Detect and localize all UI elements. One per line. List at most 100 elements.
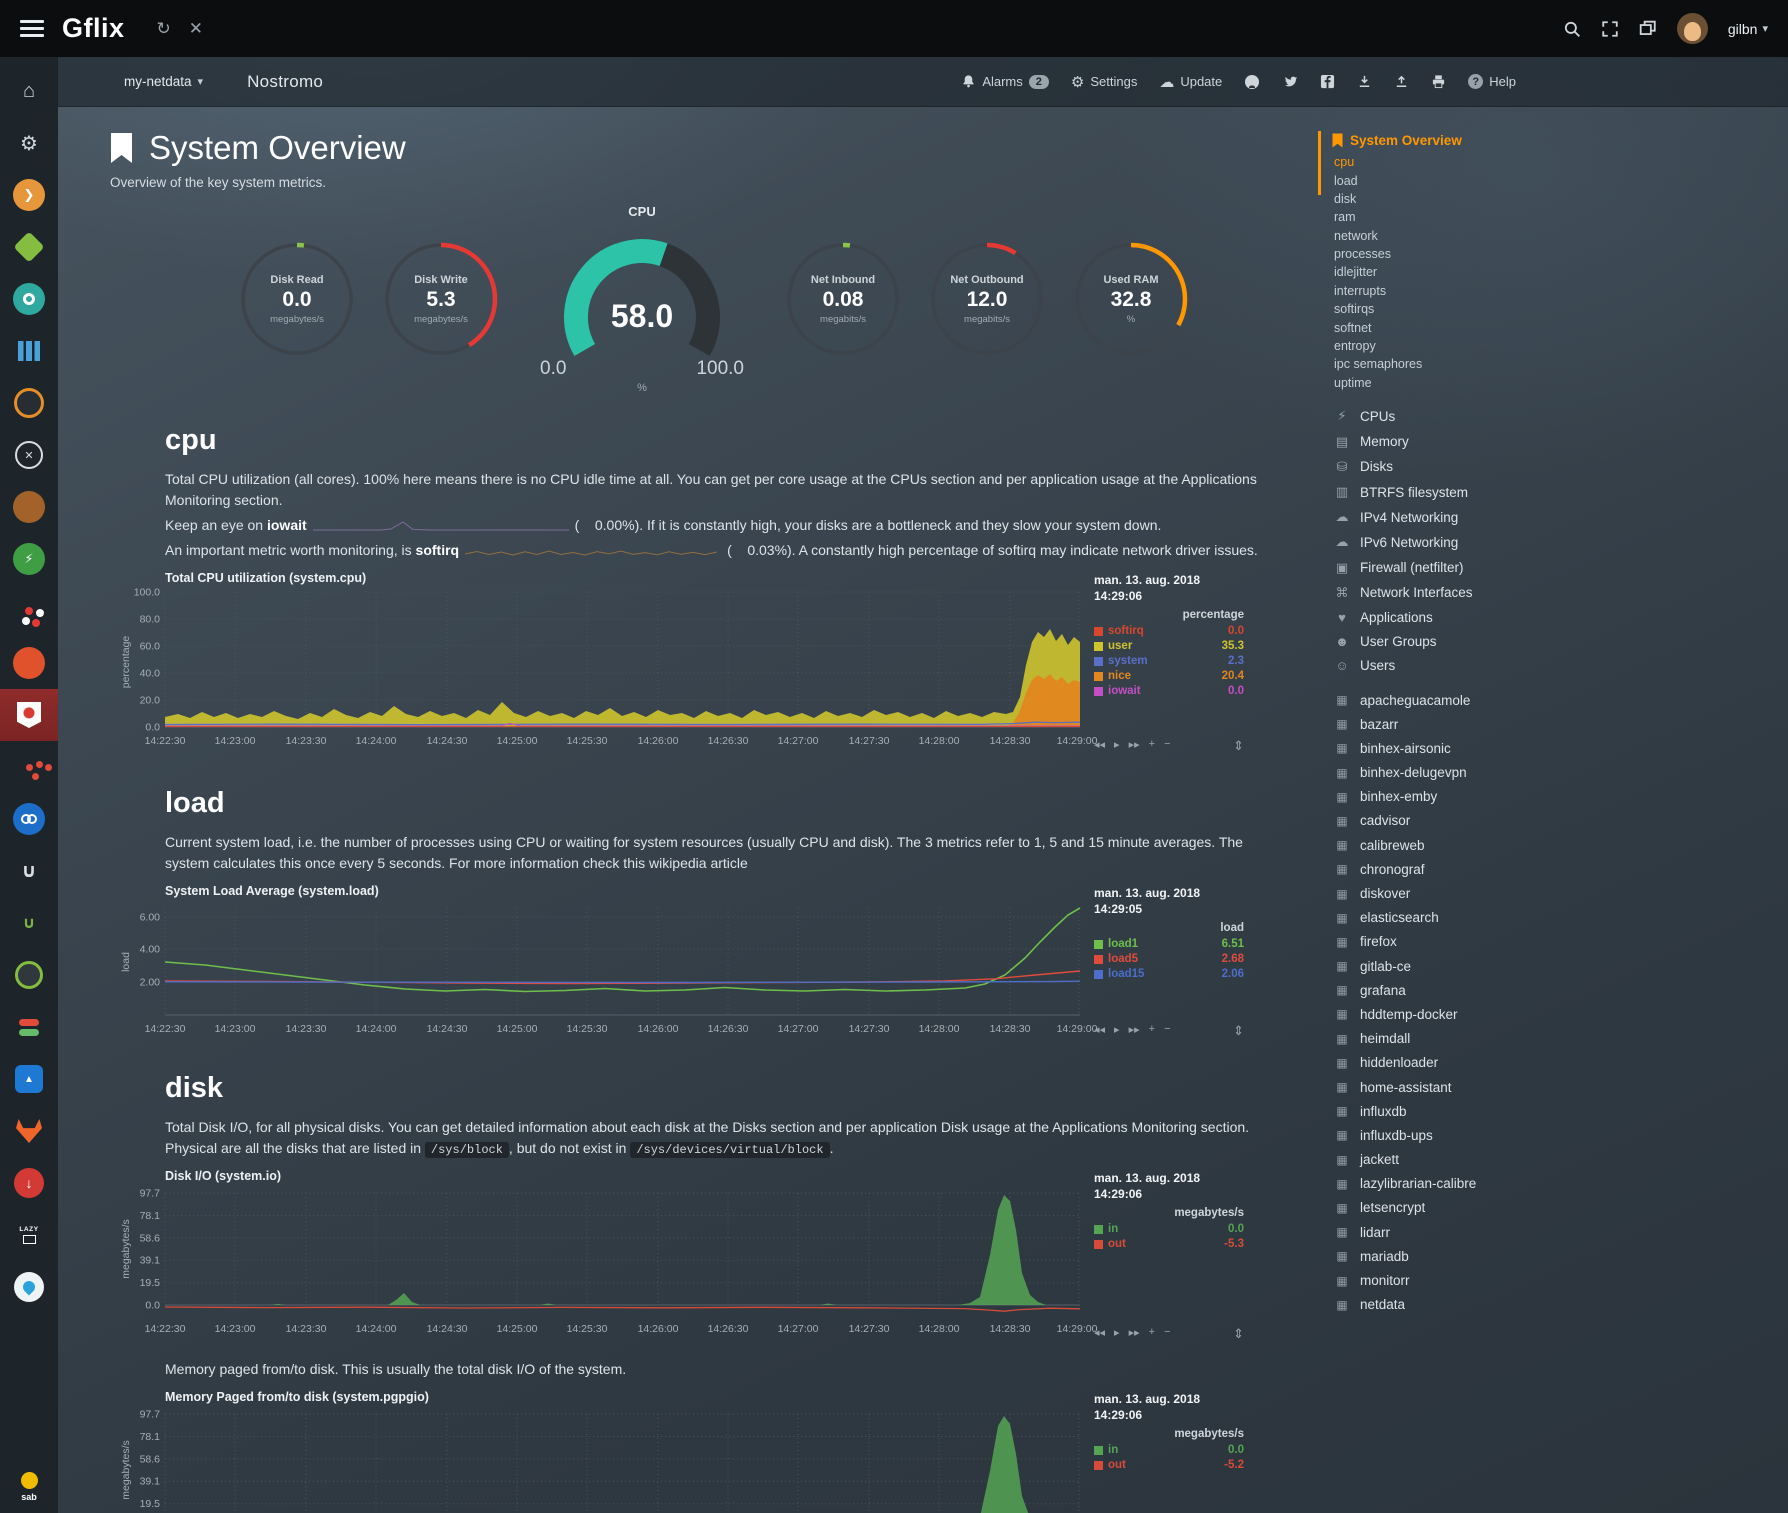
- legend-item[interactable]: out -5.3: [1094, 1237, 1244, 1252]
- rail-home-icon[interactable]: ⌂: [0, 65, 58, 117]
- rail-app-icon-4[interactable]: [0, 325, 58, 377]
- facebook-button[interactable]: [1320, 74, 1335, 89]
- nav-subitem[interactable]: cpu: [1334, 153, 1788, 171]
- nav-section-item[interactable]: ☁ IPv6 Networking: [1332, 530, 1788, 555]
- nav-section-item[interactable]: ♥ Applications: [1332, 605, 1788, 629]
- nav-app-item[interactable]: ▦ calibreweb: [1332, 833, 1788, 857]
- pgpgio-plot-area[interactable]: 97.7 78.1 58.6 39.1 19.5 0.0 megabytes/s: [120, 1406, 1080, 1513]
- rail-app-icon-18[interactable]: ▲: [0, 1053, 58, 1105]
- rail-app-icon-20[interactable]: ↓: [0, 1157, 58, 1209]
- legend-item[interactable]: out -5.2: [1094, 1458, 1244, 1473]
- rail-active-app-icon[interactable]: [0, 689, 58, 741]
- rail-app-icon-sab[interactable]: sab: [0, 1461, 58, 1513]
- tabs-icon[interactable]: [1639, 20, 1657, 38]
- pan-right-icon[interactable]: ▸▸: [1129, 1326, 1140, 1339]
- nav-app-item[interactable]: ▦ monitorr: [1332, 1268, 1788, 1292]
- pan-right-icon[interactable]: ▸▸: [1129, 1023, 1140, 1036]
- rail-app-icon-2[interactable]: [0, 221, 58, 273]
- gauge-disk-write[interactable]: Disk Write5.3megabytes/s: [382, 240, 500, 358]
- rail-app-icon-9[interactable]: [0, 585, 58, 637]
- nav-app-item[interactable]: ▦ home-assistant: [1332, 1075, 1788, 1099]
- rail-app-icon-13[interactable]: [0, 793, 58, 845]
- nav-app-item[interactable]: ▦ grafana: [1332, 978, 1788, 1002]
- nav-app-item[interactable]: ▦ lazylibrarian-calibre: [1332, 1172, 1788, 1196]
- rail-app-icon-3[interactable]: [0, 273, 58, 325]
- rail-app-icon-15[interactable]: ∪: [0, 897, 58, 949]
- nav-app-item[interactable]: ▦ gitlab-ce: [1332, 954, 1788, 978]
- resize-icon[interactable]: ⇕: [1233, 738, 1244, 754]
- nav-section-item[interactable]: ▥ BTRFS filesystem: [1332, 479, 1788, 504]
- fullscreen-icon[interactable]: [1601, 20, 1619, 38]
- pan-left-icon[interactable]: ◂◂: [1094, 1023, 1105, 1036]
- print-button[interactable]: [1431, 74, 1446, 89]
- nav-section-item[interactable]: ☁ IPv4 Networking: [1332, 505, 1788, 530]
- nav-app-item[interactable]: ▦ firefox: [1332, 930, 1788, 954]
- nav-subitem[interactable]: interrupts: [1334, 282, 1788, 300]
- nav-subitem[interactable]: idlejitter: [1334, 263, 1788, 281]
- rail-app-icon-10[interactable]: [0, 637, 58, 689]
- rail-app-icon-14[interactable]: ∪: [0, 845, 58, 897]
- zoom-out-icon[interactable]: −: [1164, 738, 1170, 751]
- settings-button[interactable]: ⚙ Settings: [1071, 73, 1137, 91]
- rail-app-icon-19[interactable]: [0, 1105, 58, 1157]
- nav-app-item[interactable]: ▦ mariadb: [1332, 1244, 1788, 1268]
- nav-app-item[interactable]: ▦ hddtemp-docker: [1332, 1002, 1788, 1026]
- rail-app-icon-17[interactable]: [0, 1001, 58, 1053]
- search-icon[interactable]: [1563, 20, 1581, 38]
- gauge-disk-read[interactable]: Disk Read0.0megabytes/s: [238, 240, 356, 358]
- alarms-button[interactable]: Alarms 2: [961, 74, 1049, 89]
- play-icon[interactable]: ▸: [1114, 738, 1120, 751]
- nav-subitem[interactable]: softnet: [1334, 318, 1788, 336]
- resize-icon[interactable]: ⇕: [1233, 1326, 1244, 1342]
- legend-item[interactable]: in 0.0: [1094, 1443, 1244, 1458]
- legend-item[interactable]: softirq 0.0: [1094, 624, 1244, 639]
- nav-app-item[interactable]: ▦ cadvisor: [1332, 809, 1788, 833]
- nav-section-item[interactable]: ▤ Memory: [1332, 429, 1788, 454]
- nav-app-item[interactable]: ▦ elasticsearch: [1332, 906, 1788, 930]
- twitter-button[interactable]: [1282, 74, 1298, 90]
- rail-app-icon-21[interactable]: LAZY: [0, 1209, 58, 1261]
- legend-item[interactable]: iowait 0.0: [1094, 684, 1244, 699]
- play-icon[interactable]: ▸: [1114, 1023, 1120, 1036]
- pan-right-icon[interactable]: ▸▸: [1129, 738, 1140, 751]
- gauge-net-inbound[interactable]: Net Inbound0.08megabits/s: [784, 240, 902, 358]
- legend-item[interactable]: load15 2.06: [1094, 967, 1244, 982]
- import-button[interactable]: [1357, 74, 1372, 89]
- rail-app-icon-12[interactable]: [0, 741, 58, 793]
- gauge-used-ram[interactable]: Used RAM32.8%: [1072, 240, 1190, 358]
- hamburger-menu-icon[interactable]: [20, 16, 44, 41]
- update-button[interactable]: ☁ Update: [1159, 73, 1222, 91]
- rail-settings-icon[interactable]: ⚙: [0, 117, 58, 169]
- rail-app-icon-6[interactable]: ✕: [0, 429, 58, 481]
- zoom-in-icon[interactable]: +: [1149, 1023, 1155, 1036]
- nav-app-item[interactable]: ▦ jackett: [1332, 1148, 1788, 1172]
- user-menu[interactable]: gilbn ▾: [1728, 21, 1768, 37]
- legend-item[interactable]: load5 2.68: [1094, 952, 1244, 967]
- nav-app-item[interactable]: ▦ netdata: [1332, 1293, 1788, 1317]
- host-dropdown[interactable]: my-netdata ▾: [124, 74, 203, 89]
- legend-item[interactable]: system 2.3: [1094, 654, 1244, 669]
- nav-section-item[interactable]: ☻ User Groups: [1332, 630, 1788, 654]
- nav-app-item[interactable]: ▦ hiddenloader: [1332, 1051, 1788, 1075]
- legend-item[interactable]: load1 6.51: [1094, 937, 1244, 952]
- nav-section-item[interactable]: ☺ Users: [1332, 654, 1788, 678]
- nav-app-item[interactable]: ▦ diskover: [1332, 881, 1788, 905]
- nav-subitem[interactable]: network: [1334, 227, 1788, 245]
- rail-app-icon-1[interactable]: ❯: [0, 169, 58, 221]
- nav-app-item[interactable]: ▦ binhex-emby: [1332, 785, 1788, 809]
- export-button[interactable]: [1394, 74, 1409, 89]
- rail-app-icon-16[interactable]: [0, 949, 58, 1001]
- nav-app-item[interactable]: ▦ bazarr: [1332, 712, 1788, 736]
- nav-subitem[interactable]: ram: [1334, 208, 1788, 226]
- nav-system-overview[interactable]: System Overview: [1332, 133, 1788, 148]
- nav-section-item[interactable]: ⌘ Network Interfaces: [1332, 580, 1788, 605]
- cpu-plot-area[interactable]: 100.0 80.0 60.0 40.0 20.0 0.0 percentage: [120, 587, 1080, 757]
- nav-app-item[interactable]: ▦ letsencrypt: [1332, 1196, 1788, 1220]
- nav-subitem[interactable]: softirqs: [1334, 300, 1788, 318]
- gauge-cpu[interactable]: CPU 58.0 0.0100.0 %: [526, 204, 758, 394]
- legend-item[interactable]: in 0.0: [1094, 1222, 1244, 1237]
- avatar[interactable]: [1677, 13, 1708, 44]
- nav-app-item[interactable]: ▦ binhex-delugevpn: [1332, 761, 1788, 785]
- zoom-out-icon[interactable]: −: [1164, 1326, 1170, 1339]
- diskio-plot-area[interactable]: 97.7 78.1 58.6 39.1 19.5 0.0 megabytes/s: [120, 1185, 1080, 1345]
